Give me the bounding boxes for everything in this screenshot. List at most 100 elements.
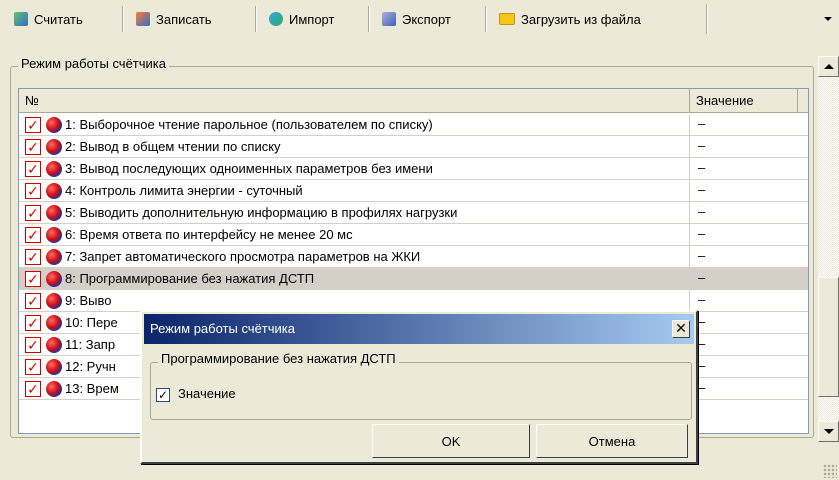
status-ball-icon — [46, 249, 62, 265]
row-value[interactable]: – — [689, 114, 798, 135]
cancel-button[interactable]: Отмена — [536, 424, 688, 458]
status-ball-icon — [46, 205, 62, 221]
table-row[interactable]: ✓ 1: Выборочное чтение парольное (пользов… — [19, 114, 808, 136]
row-checkbox[interactable]: ✓ — [25, 381, 41, 397]
dialog-group-title: Программирование без нажатия ДСТП — [158, 351, 399, 366]
row-label: 10: Пере — [65, 315, 118, 330]
table-row[interactable]: ✓ 9: Выво – — [19, 290, 808, 312]
row-checkbox[interactable]: ✓ — [25, 249, 41, 265]
table-row[interactable]: ✓ 6: Время ответа по интерфейсу не менее … — [19, 224, 808, 246]
row-value[interactable]: – — [689, 290, 798, 311]
row-value[interactable]: – — [689, 312, 798, 333]
row-value[interactable]: – — [689, 378, 798, 399]
status-ball-icon — [46, 227, 62, 243]
status-ball-icon — [46, 139, 62, 155]
row-label: 6: Время ответа по интерфейсу не менее 2… — [65, 227, 353, 242]
row-label: 9: Выво — [65, 293, 112, 308]
toolbar-separator — [255, 6, 257, 32]
close-icon[interactable]: ✕ — [672, 320, 690, 338]
scroll-up-icon[interactable] — [818, 56, 839, 77]
row-label: 2: Вывод в общем чтении по списку — [65, 139, 281, 154]
row-value[interactable]: – — [689, 246, 798, 267]
row-label: 11: Запр — [65, 337, 116, 352]
column-header-value[interactable]: Значение — [689, 89, 798, 113]
toolbar-overflow-chevron-icon[interactable] — [821, 8, 835, 30]
write-button[interactable]: Записать — [128, 4, 220, 34]
folder-icon — [499, 13, 515, 25]
vertical-scrollbar[interactable] — [818, 56, 839, 442]
row-value[interactable]: – — [689, 224, 798, 245]
scroll-down-icon[interactable] — [818, 421, 839, 442]
row-label: 12: Ручн — [65, 359, 116, 374]
row-label: 4: Контроль лимита энергии - суточный — [65, 183, 303, 198]
column-header-number[interactable]: № — [25, 93, 39, 108]
import-icon — [269, 12, 283, 26]
status-ball-icon — [46, 381, 62, 397]
row-label: 7: Запрет автоматического просмотра пара… — [65, 249, 421, 264]
table-header: № Значение — [19, 89, 808, 113]
import-button[interactable]: Импорт — [261, 4, 342, 34]
toolbar-separator — [706, 4, 708, 34]
export-button[interactable]: Экспорт — [374, 4, 459, 34]
table-row[interactable]: ✓ 4: Контроль лимита энергии - суточный – — [19, 180, 808, 202]
table-row[interactable]: ✓ 5: Выводить дополнительную информацию в… — [19, 202, 808, 224]
row-label: 8: Программирование без нажатия ДСТП — [65, 271, 315, 286]
row-checkbox[interactable]: ✓ — [25, 359, 41, 375]
mode-group-title: Режим работы счётчика — [18, 56, 169, 71]
write-label: Записать — [156, 11, 212, 27]
table-row[interactable]: ✓ 7: Запрет автоматического просмотра пар… — [19, 246, 808, 268]
status-ball-icon — [46, 337, 62, 353]
resize-grip-icon[interactable] — [823, 464, 837, 478]
row-value[interactable]: – — [689, 136, 798, 157]
status-ball-icon — [46, 293, 62, 309]
row-checkbox[interactable]: ✓ — [25, 227, 41, 243]
scroll-thumb[interactable] — [818, 277, 839, 397]
row-label: 1: Выборочное чтение парольное (пользова… — [65, 117, 433, 132]
status-ball-icon — [46, 271, 62, 287]
read-icon — [14, 12, 28, 26]
toolbar-separator — [485, 6, 487, 32]
dialog-title: Режим работы счётчика — [150, 321, 295, 336]
table-row[interactable]: ✓ 2: Вывод в общем чтении по списку – — [19, 136, 808, 158]
dialog-title-bar[interactable]: Режим работы счётчика — [144, 314, 694, 344]
row-checkbox[interactable]: ✓ — [25, 293, 41, 309]
write-icon — [136, 12, 150, 26]
row-checkbox[interactable]: ✓ — [25, 315, 41, 331]
row-checkbox[interactable]: ✓ — [25, 161, 41, 177]
read-label: Считать — [34, 11, 83, 27]
mode-dialog: Режим работы счётчика ✕ Программирование… — [140, 310, 698, 464]
row-checkbox[interactable]: ✓ — [25, 117, 41, 133]
export-label: Экспорт — [402, 11, 451, 27]
read-button[interactable]: Считать — [6, 4, 91, 34]
status-ball-icon — [46, 117, 62, 133]
scroll-track[interactable] — [818, 77, 839, 421]
row-value[interactable]: – — [689, 158, 798, 179]
value-checkbox-label[interactable]: Значение — [178, 386, 236, 401]
row-checkbox[interactable]: ✓ — [25, 183, 41, 199]
row-label: 13: Врем — [65, 381, 119, 396]
ok-button[interactable]: OK — [372, 424, 530, 458]
toolbar-separator — [122, 6, 124, 32]
row-value[interactable]: – — [689, 180, 798, 201]
row-checkbox[interactable]: ✓ — [25, 337, 41, 353]
status-ball-icon — [46, 183, 62, 199]
value-checkbox[interactable]: ✓ — [156, 388, 170, 402]
row-value[interactable]: – — [689, 334, 798, 355]
toolbar: Считать Записать Импорт Экспорт Загрузит… — [0, 0, 839, 39]
export-icon — [382, 12, 396, 26]
row-value[interactable]: – — [689, 356, 798, 377]
load-from-file-button[interactable]: Загрузить из файла — [491, 4, 649, 34]
row-value[interactable]: – — [689, 268, 798, 289]
import-label: Импорт — [289, 11, 335, 27]
row-checkbox[interactable]: ✓ — [25, 205, 41, 221]
row-label: 3: Вывод последующих одноименных парамет… — [65, 161, 433, 176]
toolbar-separator — [368, 6, 370, 32]
row-checkbox[interactable]: ✓ — [25, 139, 41, 155]
row-checkbox[interactable]: ✓ — [25, 271, 41, 287]
row-value[interactable]: – — [689, 202, 798, 223]
load-from-file-label: Загрузить из файла — [521, 11, 641, 27]
table-row[interactable]: ✓ 3: Вывод последующих одноименных параме… — [19, 158, 808, 180]
status-ball-icon — [46, 359, 62, 375]
table-row[interactable]: ✓ 8: Программирование без нажатия ДСТП – — [19, 268, 808, 290]
status-ball-icon — [46, 161, 62, 177]
